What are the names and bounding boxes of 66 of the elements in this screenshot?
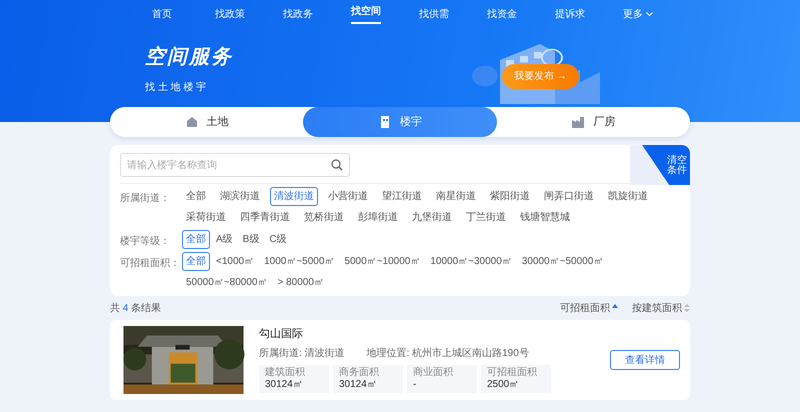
nav-link[interactable]: 找资金 (468, 2, 536, 26)
filter-label: 楼宇等级： (120, 234, 171, 249)
filter-option[interactable]: 全部 (182, 230, 210, 249)
listing-title: 勾山国际 (259, 327, 303, 342)
sort-button[interactable]: 可招租面积 (546, 300, 618, 316)
stat-label: 商务面积 (339, 366, 380, 378)
sort-icon (684, 304, 690, 312)
search-field[interactable]: 请输入楼宇名称查询 (120, 153, 350, 177)
space-tab[interactable]: 土地 (110, 107, 304, 137)
stat-label: 建筑面积 (265, 366, 306, 378)
filter-option[interactable]: B级 (238, 230, 264, 249)
filter-option[interactable]: 50000㎡~80000㎡ (182, 273, 272, 292)
search-icon (331, 159, 343, 171)
filter-option[interactable]: 九堡街道 (408, 208, 456, 227)
filter-option[interactable]: 1000㎡~5000㎡ (260, 252, 338, 271)
filter-option[interactable]: 闸弄口街道 (540, 187, 598, 206)
listing-street: 所属街道: 清波街道 (259, 346, 345, 360)
filter-option[interactable]: 30000㎡~50000㎡ (518, 252, 608, 271)
filter-option[interactable]: 南星街道 (432, 187, 480, 206)
sort-button[interactable]: 按建筑面积 (618, 300, 690, 316)
hero-subtitle: 找 土 地 楼 宇 (145, 80, 206, 95)
nav-link[interactable]: 找政务 (264, 2, 332, 26)
filter-option[interactable]: 紫阳街道 (486, 187, 534, 206)
nav-link[interactable]: 首页 (128, 2, 196, 26)
filter-label: 所属街道： (120, 192, 171, 206)
space-tab[interactable]: 厂房 (496, 107, 690, 137)
stat-value: 30124㎡ (265, 378, 304, 390)
listing-location: 地理位置: 杭州市上城区南山路190号 (366, 346, 529, 360)
space-tab[interactable]: 楼宇 (303, 107, 497, 137)
nav-link[interactable]: 找空间 (332, 0, 400, 28)
house-icon (184, 115, 199, 129)
stat-value: 30124㎡ (339, 378, 378, 390)
stat-value: - (413, 378, 418, 390)
filter-option[interactable]: A级 (212, 230, 237, 249)
factory-icon (571, 115, 586, 129)
filter-option[interactable]: 5000㎡~10000㎡ (340, 252, 424, 271)
filter-option[interactable]: > 80000㎡ (273, 273, 328, 292)
filter-option[interactable]: 小营街道 (324, 187, 372, 206)
filter-option[interactable]: 全部 (182, 252, 210, 271)
nav-link[interactable]: 找政策 (196, 2, 264, 26)
details-button[interactable]: 查看详情 (610, 350, 680, 370)
nav-link[interactable]: 提诉求 (536, 2, 604, 26)
nav-link[interactable]: 找供需 (400, 2, 468, 26)
filter-option[interactable]: 望江街道 (378, 187, 426, 206)
stat-label: 商业面积 (413, 366, 454, 378)
filter-option[interactable]: 丁兰街道 (462, 208, 510, 227)
filter-option[interactable]: 四季青街道 (236, 208, 294, 227)
result-count: 共 4 条结果 (110, 302, 162, 316)
filter-option[interactable]: <1000㎡ (212, 252, 258, 271)
filter-option[interactable]: 笕桥街道 (300, 208, 348, 227)
nav-link[interactable]: 更多 (604, 2, 672, 26)
chevron-down-icon (646, 12, 653, 16)
filter-label: 可招租面积： (120, 256, 181, 271)
filter-option[interactable]: C级 (265, 230, 291, 249)
stat-value: 2500㎡ (487, 378, 520, 390)
filter-option[interactable]: 全部 (182, 187, 210, 206)
filter-option[interactable]: 湖滨街道 (216, 187, 264, 206)
filter-option[interactable]: 钱塘智慧城 (516, 208, 574, 227)
stat-label: 可招租面积 (487, 366, 538, 378)
filter-option[interactable]: 10000㎡~30000㎡ (426, 252, 516, 271)
filter-option[interactable]: 清波街道 (270, 187, 318, 206)
filter-option[interactable]: 采荷街道 (182, 208, 230, 227)
filter-option[interactable]: 彭埠街道 (354, 208, 402, 227)
filter-option[interactable]: 凯旋街道 (604, 187, 652, 206)
clear-filters-button[interactable]: 清空条件 (630, 145, 690, 185)
hero-title: 空间服务 (145, 44, 233, 70)
